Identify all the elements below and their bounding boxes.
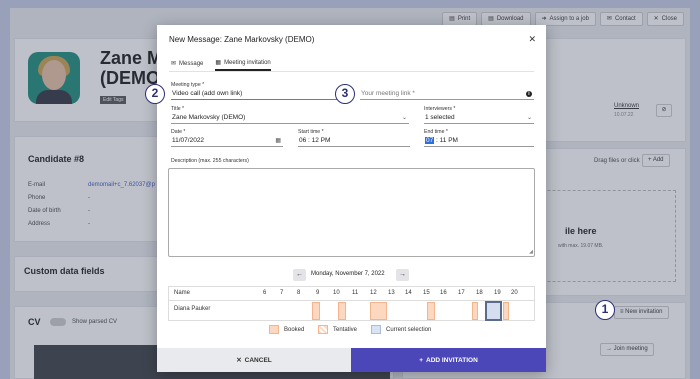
- info-icon[interactable]: i: [526, 91, 532, 97]
- meeting-type-select[interactable]: Video call (add own link): [171, 89, 349, 100]
- hour-label: 14: [405, 290, 412, 296]
- annotation-badge-3: 3: [335, 84, 355, 104]
- new-message-dialog: New Message: Zane Markovsky (DEMO) ✕ ✉ Me…: [157, 25, 546, 372]
- annotation-badge-2: 2: [145, 84, 165, 104]
- meeting-link-input[interactable]: Your meeting link *: [360, 89, 534, 100]
- hour-label: 7: [280, 290, 284, 296]
- annotation-badge-1: 1: [595, 300, 615, 320]
- start-time-value: 06 : 12 PM: [299, 137, 331, 144]
- meeting-type-label: Meeting type *: [171, 82, 205, 88]
- title-label: Title *: [171, 106, 185, 112]
- date-label: Date *: [171, 129, 186, 135]
- calendar-icon[interactable]: ▦: [275, 136, 281, 146]
- hour-label: 10: [333, 290, 340, 296]
- tab-message-label: Message: [179, 60, 204, 67]
- meeting-link-placeholder: Your meeting link *: [361, 90, 415, 97]
- hour-label: 6: [263, 290, 267, 296]
- cancel-label: CANCEL: [244, 356, 272, 364]
- title-input[interactable]: Zane Markovsky (DEMO) ⌄: [171, 113, 409, 124]
- legend-current-label: Current selection: [386, 326, 432, 333]
- booked-slot: [338, 302, 346, 320]
- interviewers-label: Interviewers *: [424, 106, 456, 112]
- resize-handle-icon[interactable]: ◢: [529, 249, 533, 255]
- add-invitation-label: ADD INVITATION: [426, 356, 478, 364]
- hour-label: 9: [316, 290, 320, 296]
- schedule-date: Monday, November 7, 2022: [311, 271, 385, 277]
- booked-slot: [503, 302, 509, 320]
- next-day-button[interactable]: →: [396, 269, 409, 281]
- legend-tentative-label: Tentative: [333, 326, 358, 333]
- tab-meeting-label: Meeting invitation: [224, 59, 271, 66]
- hour-label: 8: [297, 290, 301, 296]
- end-time-input[interactable]: 07 : 11 PM: [424, 136, 534, 147]
- plus-icon: +: [419, 356, 424, 364]
- hour-label: 16: [440, 290, 447, 296]
- hour-label: 11: [352, 290, 359, 296]
- booked-slot: [370, 302, 387, 320]
- start-time-label: Start time *: [298, 129, 324, 135]
- close-dialog-icon[interactable]: ✕: [528, 34, 536, 45]
- interviewers-value: 1 selected: [425, 114, 455, 121]
- tab-message[interactable]: ✉ Message: [171, 59, 203, 71]
- booked-slot: [427, 302, 435, 320]
- hour-label: 18: [476, 290, 483, 296]
- end-time-label: End time *: [424, 129, 448, 135]
- prev-day-button[interactable]: ←: [293, 269, 306, 281]
- meeting-type-value: Video call (add own link): [172, 90, 243, 97]
- add-invitation-button[interactable]: + ADD INVITATION: [351, 348, 546, 372]
- interviewers-select[interactable]: 1 selected ⌄: [424, 113, 534, 124]
- title-value: Zane Markovsky (DEMO): [172, 114, 246, 121]
- calendar-icon: ▦: [215, 60, 222, 66]
- start-time-input[interactable]: 06 : 12 PM: [298, 136, 410, 147]
- dialog-title: New Message: Zane Markovsky (DEMO): [169, 35, 315, 44]
- chevron-down-icon: ⌄: [526, 115, 532, 121]
- dialog-tabs: ✉ Message ▦ Meeting invitation: [171, 59, 271, 71]
- chevron-down-icon: ⌄: [401, 115, 407, 121]
- description-textarea[interactable]: ◢: [168, 168, 535, 257]
- close-icon: ✕: [236, 357, 242, 364]
- hour-label: 20: [511, 290, 518, 296]
- legend-tentative: Tentative: [318, 325, 357, 334]
- cancel-button[interactable]: ✕ CANCEL: [157, 348, 351, 372]
- date-input[interactable]: 11/07/2022 ▦: [171, 136, 283, 147]
- tab-divider: [169, 71, 534, 72]
- screenshot-frame: ▤ Print ▤ Download ➜ Assign to a job ✉ Conta…: [0, 0, 700, 379]
- person-name: Diana Pauker: [174, 306, 211, 312]
- hour-label: 19: [494, 290, 501, 296]
- booked-swatch: [269, 325, 279, 334]
- date-value: 11/07/2022: [172, 137, 205, 144]
- legend-booked-label: Booked: [284, 326, 305, 333]
- tentative-swatch: [318, 325, 328, 334]
- booked-slot: [472, 302, 478, 320]
- availability-grid: Name 6 7 8 9 10 11 12 13 14 15 16 17 18 …: [168, 286, 535, 321]
- hour-label: 15: [423, 290, 430, 296]
- legend-booked: Booked: [269, 325, 304, 334]
- current-selection-slot[interactable]: [485, 301, 502, 321]
- end-time-rest: : 11 PM: [434, 137, 458, 144]
- hour-label: 13: [388, 290, 395, 296]
- envelope-icon: ✉: [171, 61, 177, 67]
- tab-meeting-invitation[interactable]: ▦ Meeting invitation: [215, 59, 271, 71]
- end-hour-selected: 07: [425, 137, 435, 144]
- booked-slot: [312, 302, 320, 320]
- name-column-header: Name: [174, 290, 191, 296]
- current-swatch: [371, 325, 381, 334]
- description-label: Description (max. 255 characters): [171, 158, 249, 164]
- hour-label: 17: [458, 290, 465, 296]
- hour-label: 12: [370, 290, 377, 296]
- legend-current: Current selection: [371, 325, 431, 334]
